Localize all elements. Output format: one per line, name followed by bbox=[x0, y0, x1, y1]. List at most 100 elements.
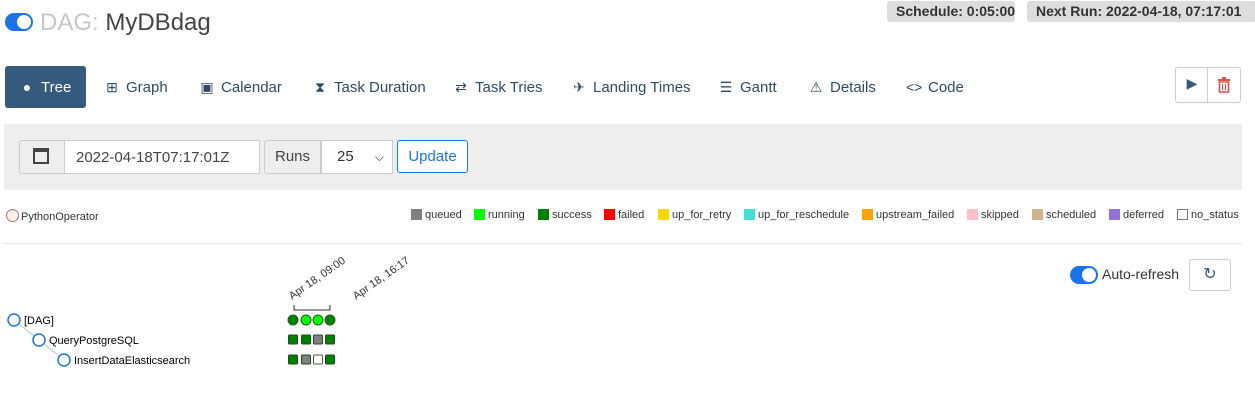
legend-swatch bbox=[411, 209, 422, 220]
task-label-0[interactable]: [DAG] bbox=[24, 315, 54, 327]
tab-label: Graph bbox=[126, 79, 168, 96]
landing-icon: ✈ bbox=[573, 79, 585, 95]
task-instance-success[interactable] bbox=[288, 354, 298, 365]
tree-icon: ● bbox=[22, 79, 32, 95]
operator-legend: PythonOperator bbox=[6, 209, 99, 223]
task-label-1[interactable]: QueryPostgreSQL bbox=[49, 335, 139, 347]
tab-gantt[interactable]: ☰ Gantt bbox=[718, 66, 777, 108]
dag-pause-toggle[interactable] bbox=[5, 13, 33, 31]
operator-color-swatch bbox=[6, 209, 19, 222]
legend-item-running[interactable]: running bbox=[474, 209, 525, 221]
tab-label: Task Tries bbox=[475, 79, 543, 96]
legend-label: no_status bbox=[1191, 209, 1239, 221]
legend-item-success[interactable]: success bbox=[538, 209, 592, 221]
legend-item-upstream-failed[interactable]: upstream_failed bbox=[862, 209, 954, 221]
legend-item-no-status[interactable]: no_status bbox=[1177, 209, 1239, 221]
tab-label: Task Duration bbox=[334, 79, 426, 96]
play-icon: ▶ bbox=[1186, 75, 1198, 91]
task-instance-success[interactable] bbox=[325, 334, 335, 345]
task-instance-no_status[interactable] bbox=[313, 354, 323, 365]
operator-legend-label: PythonOperator bbox=[21, 211, 99, 223]
legend-swatch bbox=[1109, 209, 1120, 220]
base-date-input[interactable] bbox=[64, 140, 260, 174]
dag-title-prefix: DAG: bbox=[40, 9, 99, 36]
legend-item-deferred[interactable]: deferred bbox=[1109, 209, 1164, 221]
run-date-label: Apr 18, 16:17 bbox=[351, 255, 412, 303]
legend-swatch bbox=[538, 209, 549, 220]
dag-run-success[interactable] bbox=[287, 314, 299, 326]
legend-item-up-for-reschedule[interactable]: up_for_reschedule bbox=[744, 209, 849, 221]
task-instance-queued[interactable] bbox=[301, 354, 311, 365]
legend-item-up-for-retry[interactable]: up_for_retry bbox=[658, 209, 731, 221]
hourglass-icon: ⧗ bbox=[315, 79, 325, 95]
code-icon: <> bbox=[906, 79, 923, 95]
task-instance-success[interactable] bbox=[288, 334, 298, 345]
runs-value: 25 bbox=[337, 148, 354, 165]
tree-node[interactable] bbox=[32, 333, 46, 347]
run-date-bracket bbox=[293, 305, 331, 311]
tab-label: Details bbox=[830, 79, 876, 96]
chevron-down-icon: ⌵ bbox=[374, 150, 384, 164]
tab-label: Calendar bbox=[221, 79, 282, 96]
dag-run-success[interactable] bbox=[324, 314, 336, 326]
tab-label: Gantt bbox=[740, 79, 777, 96]
auto-refresh-toggle[interactable] bbox=[1070, 266, 1098, 284]
next-run-badge: Next Run: 2022-04-18, 07:17:01 bbox=[1027, 1, 1255, 22]
tree-view: [DAG] QueryPostgreSQL InsertDataElasticsea… bbox=[7, 255, 412, 367]
date-picker-button[interactable] bbox=[19, 140, 65, 174]
tab-code[interactable]: <> Code bbox=[906, 66, 964, 108]
tab-landing-times[interactable]: ✈ Landing Times bbox=[571, 66, 691, 108]
legend-item-queued[interactable]: queued bbox=[411, 209, 462, 221]
dag-run-running[interactable] bbox=[300, 314, 312, 326]
legend-label: up_for_retry bbox=[672, 209, 732, 221]
task-label-2[interactable]: InsertDataElasticsearch bbox=[74, 355, 190, 367]
tree-node[interactable] bbox=[7, 313, 21, 327]
runs-select[interactable]: 25 ⌵ bbox=[321, 140, 393, 174]
legend-swatch bbox=[1032, 209, 1043, 220]
auto-refresh-label: Auto-refresh bbox=[1102, 266, 1180, 282]
legend-label: upstream_failed bbox=[876, 209, 955, 221]
divider bbox=[4, 243, 1242, 244]
delete-dag-button[interactable] bbox=[1207, 67, 1241, 103]
refresh-button[interactable]: ↻ bbox=[1189, 259, 1231, 291]
calendar-icon bbox=[33, 148, 49, 164]
runs-label: Runs bbox=[264, 140, 321, 174]
toggle-knob bbox=[17, 15, 31, 29]
schedule-badge: Schedule: 0:05:00 bbox=[887, 1, 1015, 22]
legend-item-skipped[interactable]: skipped bbox=[967, 209, 1019, 221]
tab-label: Code bbox=[928, 79, 964, 96]
legend-item-scheduled[interactable]: scheduled bbox=[1032, 209, 1096, 221]
toggle-knob bbox=[1082, 268, 1096, 282]
tab-task-tries[interactable]: ⇄ Task Tries bbox=[453, 66, 543, 108]
legend-swatch bbox=[744, 209, 755, 220]
tab-label: Landing Times bbox=[593, 79, 691, 96]
tab-details[interactable]: ⚠ Details bbox=[808, 66, 876, 108]
calendar-icon: ▣ bbox=[200, 79, 214, 95]
legend-label: running bbox=[488, 209, 525, 221]
dag-run-running[interactable] bbox=[312, 314, 324, 326]
tab-calendar[interactable]: ▣ Calendar bbox=[199, 66, 282, 108]
legend-label: deferred bbox=[1123, 209, 1164, 221]
trash-icon bbox=[1218, 77, 1230, 93]
tab-label: Tree bbox=[41, 79, 72, 96]
legend-item-failed[interactable]: failed bbox=[604, 209, 644, 221]
trigger-dag-button[interactable]: ▶ bbox=[1175, 67, 1209, 103]
tree-node[interactable] bbox=[57, 353, 71, 367]
warning-icon: ⚠ bbox=[809, 79, 823, 95]
legend-swatch bbox=[474, 209, 485, 220]
task-instance-queued[interactable] bbox=[313, 334, 323, 345]
legend-label: queued bbox=[425, 209, 462, 221]
gantt-icon: ☰ bbox=[719, 79, 733, 95]
update-button[interactable]: Update bbox=[397, 140, 468, 173]
legend-label: failed bbox=[618, 209, 645, 221]
page-title: DAG: MyDBdag bbox=[40, 9, 211, 37]
tab-tree[interactable]: ● Tree bbox=[5, 66, 86, 108]
graph-icon: ⊞ bbox=[106, 79, 118, 95]
retry-icon: ⇄ bbox=[455, 79, 467, 95]
tab-task-duration[interactable]: ⧗ Task Duration bbox=[312, 66, 426, 108]
task-instance-success[interactable] bbox=[325, 354, 335, 365]
task-instance-success[interactable] bbox=[301, 334, 311, 345]
tab-graph[interactable]: ⊞ Graph bbox=[104, 66, 168, 108]
legend-label: skipped bbox=[981, 209, 1019, 221]
legend-label: success bbox=[552, 209, 592, 221]
